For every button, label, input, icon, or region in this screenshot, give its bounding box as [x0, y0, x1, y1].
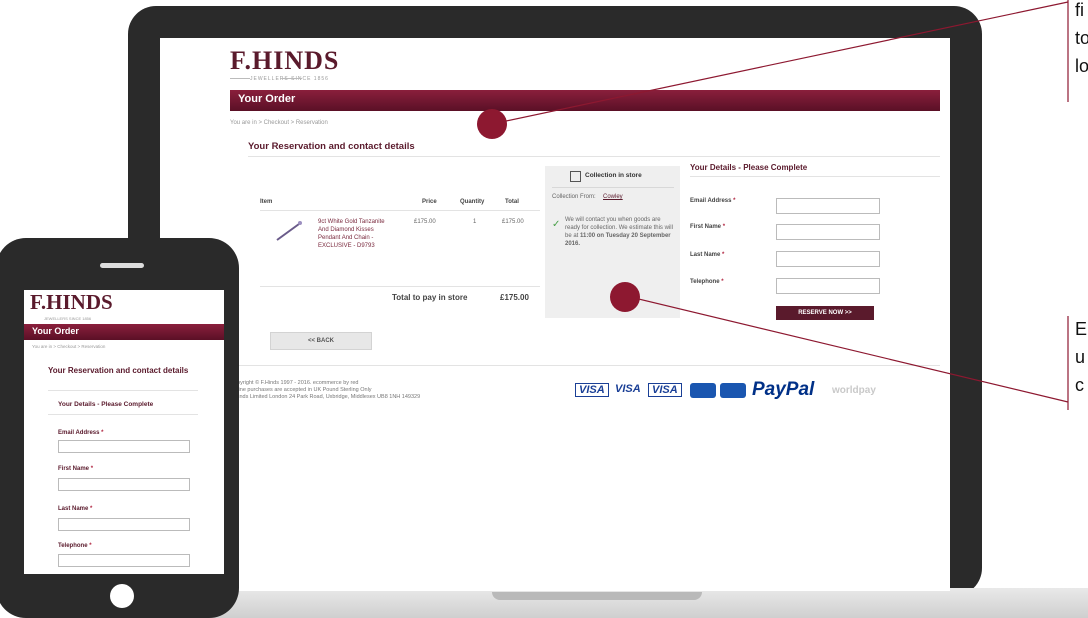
callout-line: lo	[1075, 56, 1088, 76]
mobile-last-name-label: Last Name *	[58, 506, 92, 512]
callout-dot-top	[477, 109, 507, 139]
divider	[48, 390, 198, 391]
callout-line: to	[1075, 28, 1088, 48]
callout-line: fi	[1075, 0, 1084, 20]
callout-text-bottom: E u c	[1075, 315, 1087, 399]
mobile-order-bar-title: Your Order	[32, 326, 79, 336]
mobile-email-field[interactable]	[58, 440, 190, 453]
required-mark: *	[89, 543, 92, 549]
phone-home-button[interactable]	[110, 584, 134, 608]
mobile-logo-tagline: JEWELLERS SINCE 1856	[44, 316, 92, 321]
callout-line: E	[1075, 319, 1088, 339]
callout-dot-bottom	[610, 282, 640, 312]
mobile-logo[interactable]: F.HINDS	[30, 290, 113, 315]
mobile-telephone-label-text: Telephone	[58, 543, 88, 549]
mobile-first-name-label-text: First Name	[58, 466, 90, 472]
divider	[48, 414, 198, 415]
required-mark: *	[90, 466, 94, 472]
mobile-first-name-field[interactable]	[58, 478, 190, 491]
mobile-email-label-text: Email Address	[58, 430, 100, 436]
required-mark: *	[90, 506, 93, 512]
callout-line: u	[1075, 347, 1086, 367]
phone-speaker	[100, 263, 144, 268]
callout-line: c	[1075, 375, 1084, 395]
callout-text-top: fi to lo	[1075, 0, 1088, 80]
required-mark: *	[101, 430, 104, 436]
mobile-telephone-label: Telephone *	[58, 543, 92, 549]
mobile-first-name-label: First Name *	[58, 466, 93, 472]
phone-screen: F.HINDS JEWELLERS SINCE 1856 Your Order …	[24, 290, 224, 574]
mobile-telephone-field[interactable]	[58, 554, 190, 567]
mobile-last-name-field[interactable]	[58, 518, 190, 531]
mobile-section-title: Your Reservation and contact details	[48, 366, 189, 375]
mobile-last-name-label-text: Last Name	[58, 506, 89, 512]
mobile-details-title: Your Details - Please Complete	[58, 401, 154, 408]
mobile-email-label: Email Address *	[58, 430, 103, 436]
mobile-breadcrumb[interactable]: You are in > Checkout > Reservation	[32, 344, 105, 349]
